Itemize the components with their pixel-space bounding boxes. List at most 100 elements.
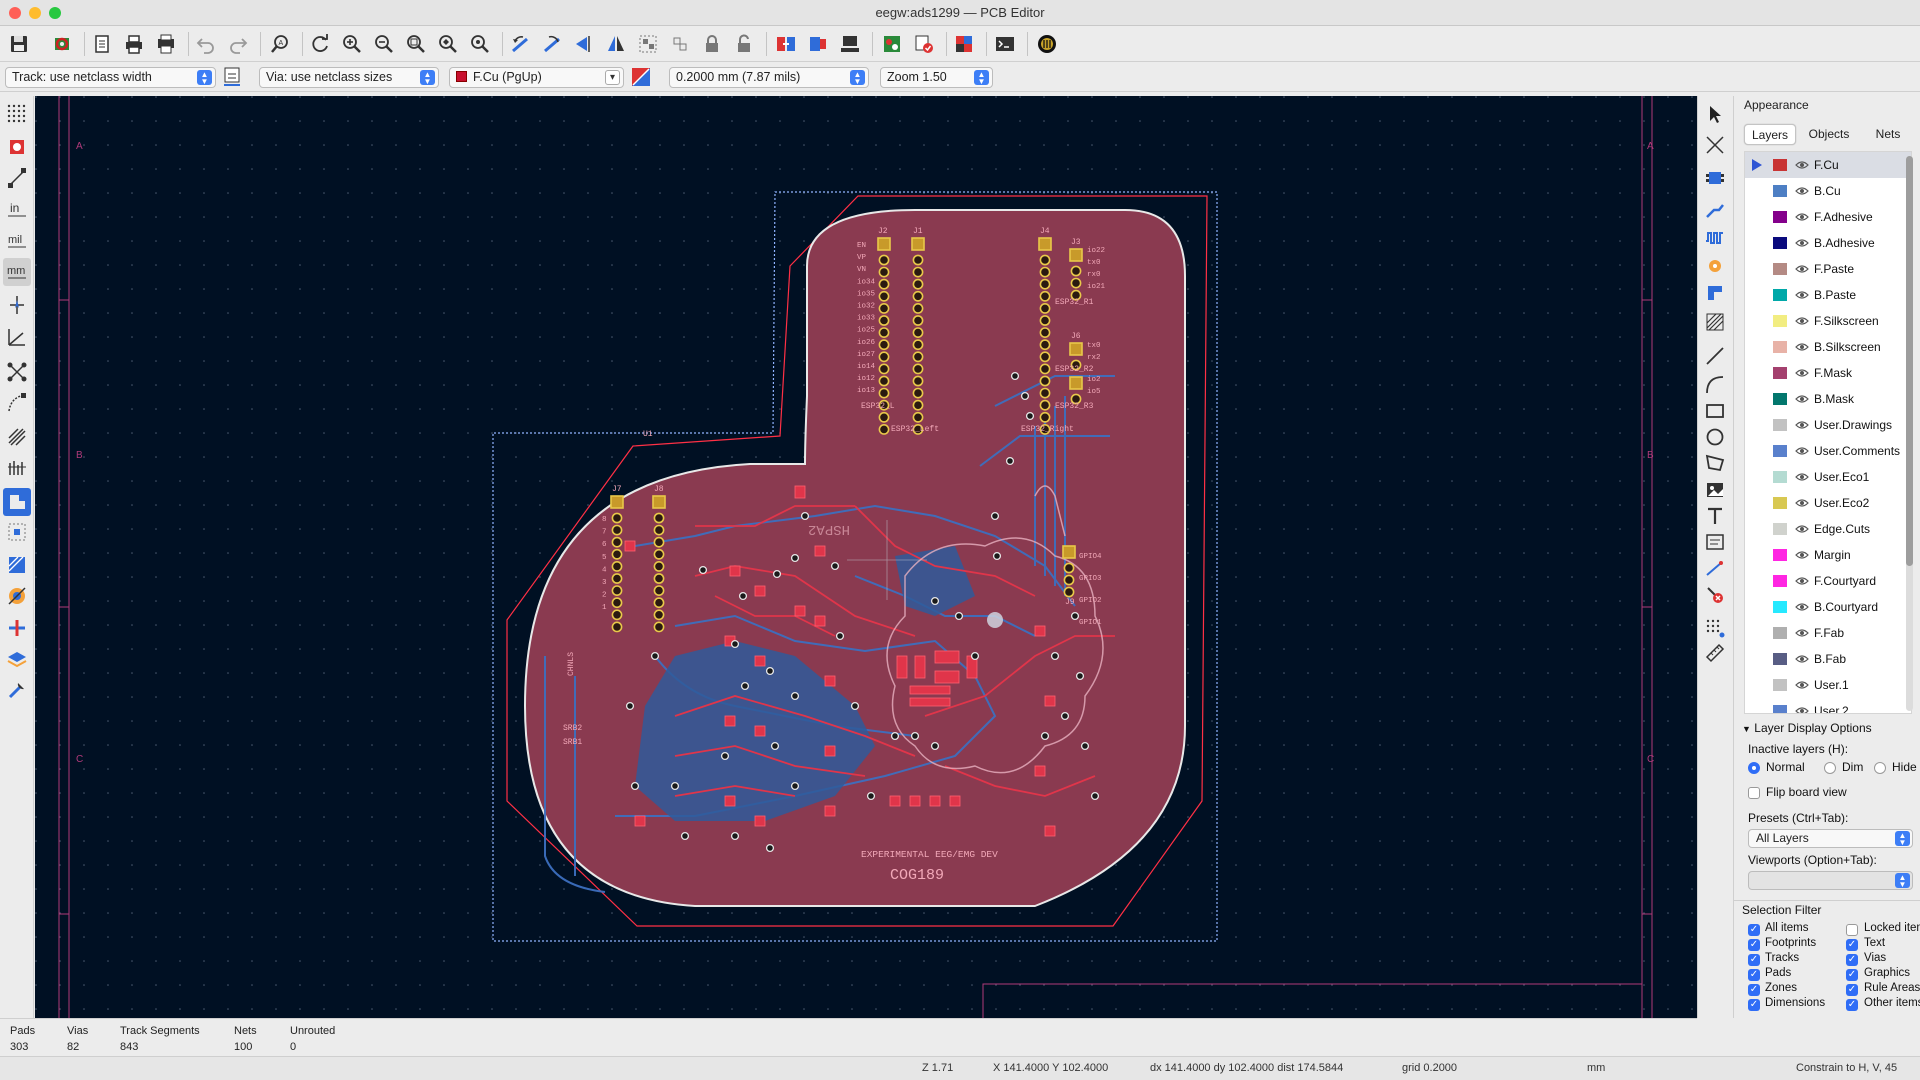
auto-width-icon[interactable]: [219, 63, 245, 89]
ungroup-icon[interactable]: [666, 30, 694, 58]
footprint-properties-icon[interactable]: [3, 676, 31, 704]
layer-row[interactable]: User.Comments: [1745, 438, 1911, 464]
units-inch-icon[interactable]: in: [3, 196, 31, 224]
layer-row[interactable]: B.Mask: [1745, 386, 1911, 412]
zoom-objects-icon[interactable]: [434, 30, 462, 58]
layer-pair-icon[interactable]: [629, 65, 653, 89]
eye-icon[interactable]: [1795, 678, 1809, 692]
tab-layers[interactable]: Layers: [1744, 124, 1796, 145]
drc-markers-icon[interactable]: [3, 133, 31, 161]
net-highlight-icon[interactable]: [3, 614, 31, 642]
board-setup-icon[interactable]: [48, 30, 76, 58]
eye-icon[interactable]: [1795, 340, 1809, 354]
add-textbox-icon[interactable]: [1701, 528, 1729, 556]
layer-color-swatch[interactable]: [1773, 211, 1787, 223]
layer-row[interactable]: Margin: [1745, 542, 1911, 568]
layer-row[interactable]: B.Courtyard: [1745, 594, 1911, 620]
eye-icon[interactable]: [1795, 600, 1809, 614]
inactive-normal-radio[interactable]: [1748, 762, 1760, 774]
eye-icon[interactable]: [1795, 262, 1809, 276]
layer-color-swatch[interactable]: [1773, 159, 1787, 171]
eye-icon[interactable]: [1795, 444, 1809, 458]
layer-row[interactable]: B.Fab: [1745, 646, 1911, 672]
zone-fill-icon[interactable]: [3, 423, 31, 451]
print-icon[interactable]: [120, 30, 148, 58]
inactive-dim-radio[interactable]: [1824, 762, 1836, 774]
mirror-h-icon[interactable]: [570, 30, 598, 58]
filter-checkbox[interactable]: ✓: [1846, 939, 1858, 951]
group-icon[interactable]: [634, 30, 662, 58]
layer-color-swatch[interactable]: [1773, 367, 1787, 379]
find-icon[interactable]: A: [266, 30, 294, 58]
layer-row[interactable]: User.Eco2: [1745, 490, 1911, 516]
layer-row[interactable]: User.Drawings: [1745, 412, 1911, 438]
flip-board-checkbox[interactable]: [1748, 787, 1760, 799]
add-via-icon[interactable]: [1701, 252, 1729, 280]
zoom-selection-icon[interactable]: [466, 30, 494, 58]
filter-checkbox[interactable]: ✓: [1748, 924, 1760, 936]
zoom-out-icon[interactable]: [370, 30, 398, 58]
filter-checkbox[interactable]: ✓: [1748, 939, 1760, 951]
save-icon[interactable]: [5, 30, 33, 58]
eye-icon[interactable]: [1795, 704, 1809, 714]
via-size-select[interactable]: Via: use netclass sizes ▲ ▼: [259, 67, 439, 88]
layer-display-options-toggle[interactable]: ▼ Layer Display Options: [1742, 721, 1872, 735]
layer-list-scrollbar[interactable]: [1906, 156, 1913, 711]
contrast-mode-icon[interactable]: [3, 582, 31, 610]
layer-row[interactable]: F.Mask: [1745, 360, 1911, 386]
units-mil-icon[interactable]: mil: [3, 227, 31, 255]
tune-length-icon[interactable]: [1701, 224, 1729, 252]
scrollbar-thumb[interactable]: [1906, 156, 1913, 566]
layer-color-swatch[interactable]: [1773, 523, 1787, 535]
filter-checkbox[interactable]: ✓: [1748, 954, 1760, 966]
show-pads-icon[interactable]: [3, 488, 31, 516]
layer-color-swatch[interactable]: [1773, 497, 1787, 509]
layer-row[interactable]: B.Adhesive: [1745, 230, 1911, 256]
filter-checkbox[interactable]: ✓: [1846, 984, 1858, 996]
polar-coords-icon[interactable]: [3, 323, 31, 351]
layer-color-swatch[interactable]: [1773, 705, 1787, 713]
undo-icon[interactable]: [192, 30, 220, 58]
add-image-icon[interactable]: [1701, 476, 1729, 504]
layer-row[interactable]: Edge.Cuts: [1745, 516, 1911, 542]
grid-select[interactable]: 0.2000 mm (7.87 mils) ▲ ▼: [669, 67, 869, 88]
track-width-select[interactable]: Track: use netclass width ▲ ▼: [5, 67, 216, 88]
footprint-browser-icon[interactable]: [836, 30, 864, 58]
layer-color-swatch[interactable]: [1773, 289, 1787, 301]
local-ratsnest-icon[interactable]: [1701, 131, 1729, 159]
eye-icon[interactable]: [1795, 418, 1809, 432]
layer-row[interactable]: User.1: [1745, 672, 1911, 698]
unlock-icon[interactable]: [730, 30, 758, 58]
footprint-editor-icon[interactable]: [804, 30, 832, 58]
eye-icon[interactable]: [1795, 158, 1809, 172]
layer-row[interactable]: B.Paste: [1745, 282, 1911, 308]
board-view[interactable]: A B C A B C J2 J1 J4 J3 J6 J7 J8 J9 U1 E…: [35, 96, 1697, 1018]
eye-icon[interactable]: [1795, 210, 1809, 224]
filter-checkbox[interactable]: ✓: [1846, 954, 1858, 966]
ratsnest-icon[interactable]: [3, 164, 31, 192]
layer-color-swatch[interactable]: [1773, 419, 1787, 431]
layer-color-swatch[interactable]: [1773, 627, 1787, 639]
netlist-import-icon[interactable]: [878, 30, 906, 58]
layer-color-swatch[interactable]: [1773, 679, 1787, 691]
draw-polygon-icon[interactable]: [1701, 449, 1729, 477]
route-track-icon[interactable]: [1701, 196, 1729, 224]
layer-row[interactable]: F.Paste: [1745, 256, 1911, 282]
tab-objects[interactable]: Objects: [1800, 124, 1858, 145]
layer-row[interactable]: B.Silkscreen: [1745, 334, 1911, 360]
draw-circle-icon[interactable]: [1701, 423, 1729, 451]
refresh-icon[interactable]: [306, 30, 334, 58]
filter-checkbox[interactable]: ✓: [1748, 984, 1760, 996]
add-zone-icon[interactable]: [1701, 279, 1729, 307]
filter-checkbox[interactable]: ✓: [1748, 969, 1760, 981]
layer-row[interactable]: F.Cu: [1745, 152, 1911, 178]
grid-origin-icon[interactable]: [1701, 614, 1729, 642]
eye-icon[interactable]: [1795, 470, 1809, 484]
layer-row[interactable]: F.Adhesive: [1745, 204, 1911, 230]
layer-color-swatch[interactable]: [1773, 471, 1787, 483]
layers-manager-icon[interactable]: [3, 646, 31, 674]
pcb-canvas[interactable]: A B C A B C J2 J1 J4 J3 J6 J7 J8 J9 U1 E…: [35, 96, 1697, 1018]
redo-icon[interactable]: [224, 30, 252, 58]
curved-ratsnest-icon[interactable]: [3, 389, 31, 417]
layer-color-swatch[interactable]: [1773, 601, 1787, 613]
